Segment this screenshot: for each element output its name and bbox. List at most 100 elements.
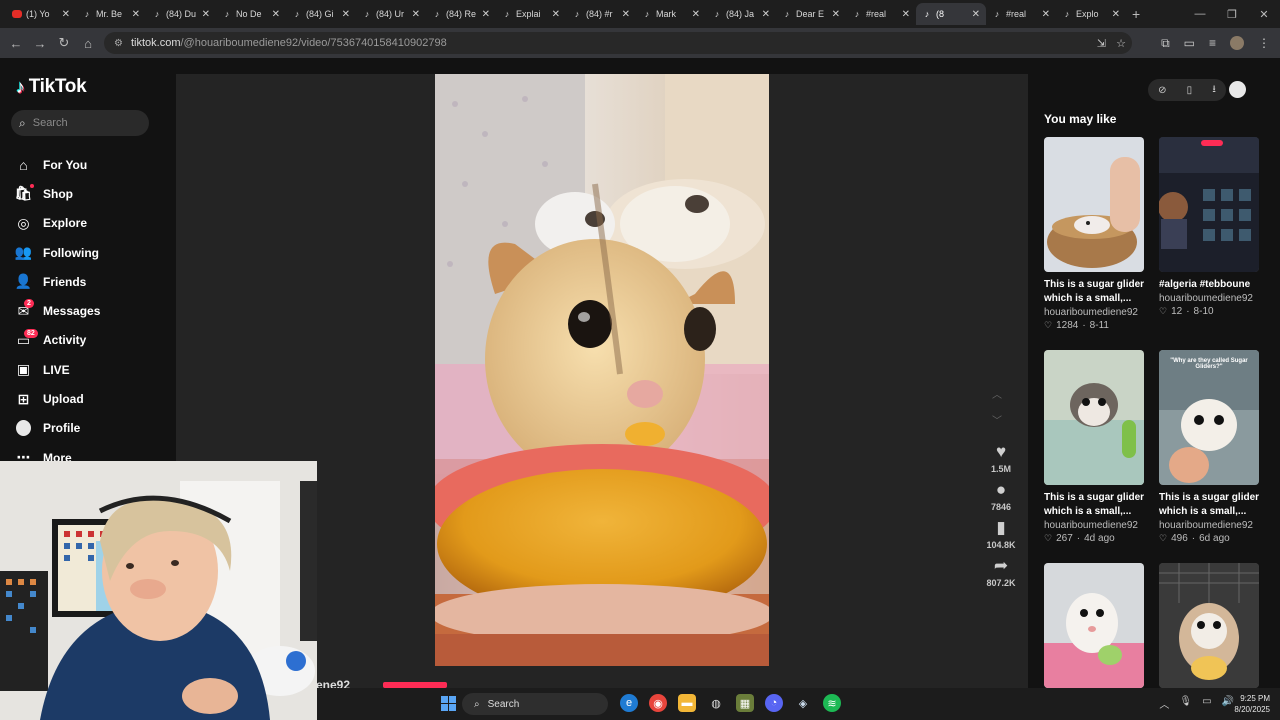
search-input[interactable]: ⌕ Search xyxy=(11,110,149,136)
sidebar-item-profile[interactable]: Profile xyxy=(16,414,100,443)
obs-icon[interactable]: ◍ xyxy=(707,694,725,712)
share-action[interactable]: ➦ 807.2K xyxy=(985,556,1017,588)
game-app-icon[interactable]: ▦ xyxy=(736,694,754,712)
coin-icon[interactable]: ⊘ xyxy=(1158,85,1166,96)
card-separator: · xyxy=(1076,533,1081,544)
reload-icon[interactable]: ↻ xyxy=(52,35,76,51)
bookmark-action[interactable]: ▮ 104.8K xyxy=(985,518,1017,550)
recommended-card[interactable] xyxy=(1159,563,1263,688)
taskbar-search[interactable]: ⌕ Search xyxy=(462,693,608,715)
sidebar-item-messages[interactable]: ✉ 2 Messages xyxy=(16,296,100,325)
browser-menu-icon[interactable]: ⋮ xyxy=(1258,36,1270,50)
tray-overflow-icon[interactable]: ︿ xyxy=(1159,696,1169,711)
close-tab-icon[interactable]: ✕ xyxy=(552,9,560,20)
download-icon[interactable]: ⭳ xyxy=(1212,82,1216,99)
browser-tab[interactable]: ♪ (84) Du ✕ xyxy=(146,3,216,25)
close-tab-icon[interactable]: ✕ xyxy=(972,9,980,20)
back-icon[interactable]: ← xyxy=(4,36,28,51)
browser-tab[interactable]: ♪ #real ✕ xyxy=(846,3,916,25)
browser-tab[interactable]: ♪ (84) Gi ✕ xyxy=(286,3,356,25)
notification-dot xyxy=(30,184,34,189)
steam-icon[interactable]: ◈ xyxy=(794,694,812,712)
recommended-card[interactable]: "Why are they called Sugar Gliders?" Thi… xyxy=(1159,350,1263,544)
close-tab-icon[interactable]: ✕ xyxy=(342,9,350,20)
close-tab-icon[interactable]: ✕ xyxy=(132,9,140,20)
edge-icon[interactable]: e xyxy=(620,694,638,712)
system-clock[interactable]: 9:25 PM 8/20/2025 xyxy=(1234,693,1270,715)
card-username: houariboumediene92 xyxy=(1044,307,1138,318)
card-username: houariboumediene92 xyxy=(1159,520,1253,531)
browser-tab[interactable]: ♪ (84) Ur ✕ xyxy=(356,3,426,25)
browser-tab[interactable]: ♪ Explo ✕ xyxy=(1056,3,1126,25)
heart-action[interactable]: ♥ 1.5M xyxy=(985,442,1017,474)
sidebar-item-live[interactable]: ▣ LIVE xyxy=(16,355,100,384)
card-thumbnail xyxy=(1159,563,1259,688)
tiktok-logo[interactable]: ♪ TikTok xyxy=(16,76,87,98)
discord-icon[interactable]: ◔ xyxy=(765,694,783,712)
site-info-icon[interactable]: ⚙ xyxy=(114,38,123,49)
windows-start-icon[interactable] xyxy=(441,696,456,711)
bookmark-star-icon[interactable]: ☆ xyxy=(1116,37,1126,50)
browser-tab[interactable]: (1) Yo ✕ xyxy=(6,3,76,25)
close-tab-icon[interactable]: ✕ xyxy=(272,9,280,20)
recommended-card[interactable]: This is a sugar glider which is a small,… xyxy=(1044,350,1148,544)
sidebar-item-explore[interactable]: ◎ Explore xyxy=(16,209,100,238)
previous-video-icon[interactable]: ︿ xyxy=(992,386,1002,401)
close-tab-icon[interactable]: ✕ xyxy=(692,9,700,20)
recommended-card[interactable]: #algeria #tebboune houariboumediene92 ♡ 1… xyxy=(1159,137,1263,317)
close-tab-icon[interactable]: ✕ xyxy=(762,9,770,20)
close-tab-icon[interactable]: ✕ xyxy=(62,9,70,20)
browser-tab[interactable]: ♪ (84) #r ✕ xyxy=(566,3,636,25)
sidebar-item-following[interactable]: 👥 Following xyxy=(15,238,100,267)
sidebar-item-for-you[interactable]: ⌂ For You xyxy=(16,150,100,179)
sidebar-item-friends[interactable]: 👤 Friends xyxy=(15,267,100,296)
url-bar[interactable]: ⚙ tiktok.com/@houariboumediene92/video/7… xyxy=(104,32,1132,54)
sidebar-item-upload[interactable]: ⊞ Upload xyxy=(16,384,100,413)
sidebar-item-shop[interactable]: 🛍 Shop xyxy=(15,179,100,208)
browser-tab[interactable]: ♪ Mark ✕ xyxy=(636,3,706,25)
browser-tab[interactable]: ♪ No De ✕ xyxy=(216,3,286,25)
maximize-icon[interactable]: ❐ xyxy=(1216,8,1248,21)
next-video-icon[interactable]: ﹀ xyxy=(992,412,1002,427)
chrome-icon[interactable]: ◉ xyxy=(649,694,667,712)
extensions-icon[interactable]: ⧉ xyxy=(1161,36,1170,51)
volume-icon[interactable]: 🔊 xyxy=(1222,696,1234,711)
recommended-card[interactable] xyxy=(1044,563,1148,688)
close-tab-icon[interactable]: ✕ xyxy=(1112,9,1120,20)
browser-tab[interactable]: ♪ Dear E ✕ xyxy=(776,3,846,25)
notification-badge: 82 xyxy=(24,328,38,338)
close-tab-icon[interactable]: ✕ xyxy=(412,9,420,20)
browser-tab[interactable]: ♪ (8 ✕ xyxy=(916,3,986,25)
comment-action[interactable]: ● 7846 xyxy=(985,480,1017,512)
browser-tab[interactable]: ♪ Mr. Be ✕ xyxy=(76,3,146,25)
file-explorer-icon[interactable]: ▬ xyxy=(678,694,696,712)
recommended-card[interactable]: This is a sugar glider which is a small,… xyxy=(1044,137,1148,331)
browser-tab[interactable]: ♪ Explai ✕ xyxy=(496,3,566,25)
media-controls-icon[interactable]: ≡ xyxy=(1209,36,1216,50)
cast-icon[interactable]: ▭ xyxy=(1184,36,1195,50)
user-avatar[interactable] xyxy=(1229,81,1246,98)
device-icon[interactable]: ▯ xyxy=(1187,85,1193,96)
spotify-icon[interactable]: ≋ xyxy=(823,694,841,712)
tiktok-favicon-icon: ♪ xyxy=(994,9,1000,19)
close-tab-icon[interactable]: ✕ xyxy=(902,9,910,20)
browser-tab[interactable]: ♪ #real ✕ xyxy=(986,3,1056,25)
forward-icon[interactable]: → xyxy=(28,36,52,51)
network-icon[interactable]: ▭ xyxy=(1202,696,1211,711)
microphone-icon[interactable]: 🎙 xyxy=(1179,696,1192,711)
close-tab-icon[interactable]: ✕ xyxy=(622,9,630,20)
close-tab-icon[interactable]: ✕ xyxy=(832,9,840,20)
close-tab-icon[interactable]: ✕ xyxy=(482,9,490,20)
video-player[interactable] xyxy=(435,74,769,666)
home-icon[interactable]: ⌂ xyxy=(76,36,100,51)
browser-tab[interactable]: ♪ (84) Re ✕ xyxy=(426,3,496,25)
close-tab-icon[interactable]: ✕ xyxy=(1042,9,1050,20)
close-window-icon[interactable]: ✕ xyxy=(1248,8,1280,21)
sidebar-item-activity[interactable]: ▭ 82 Activity xyxy=(16,326,100,355)
browser-tab[interactable]: ♪ (84) Ja ✕ xyxy=(706,3,776,25)
browser-profile-avatar[interactable] xyxy=(1230,36,1244,50)
new-tab-icon[interactable]: + xyxy=(1132,6,1140,22)
minimize-icon[interactable]: — xyxy=(1184,8,1216,20)
install-app-icon[interactable]: ⇲ xyxy=(1097,37,1106,50)
close-tab-icon[interactable]: ✕ xyxy=(202,9,210,20)
